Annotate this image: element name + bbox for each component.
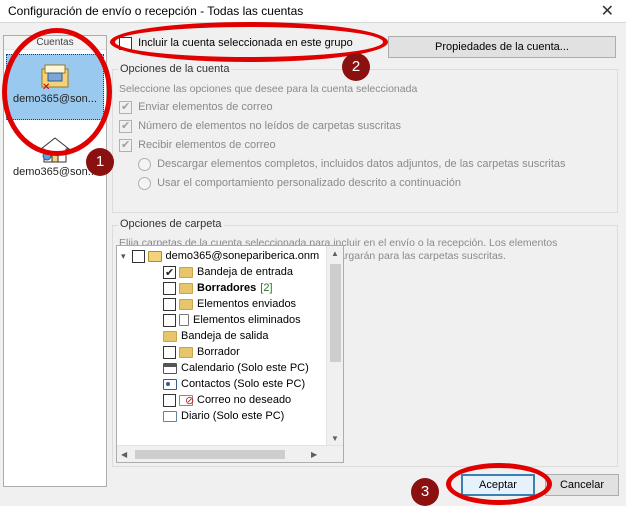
folder-checkbox[interactable] bbox=[163, 313, 176, 327]
folder-options-title: Opciones de carpeta bbox=[118, 218, 224, 230]
tree-item[interactable]: Calendario (Solo este PC) bbox=[163, 360, 309, 376]
account-item-exchange[interactable]: ✕ demo365@son... bbox=[6, 54, 104, 120]
calendar-icon bbox=[163, 362, 177, 374]
tree-item[interactable]: Bandeja de salida bbox=[163, 328, 268, 344]
tree-root-label: demo365@soneparibericа.onm bbox=[165, 250, 320, 262]
home-account-icon bbox=[39, 137, 71, 163]
tree-root[interactable]: ▾ demo365@soneparibericа.onm bbox=[121, 248, 319, 264]
tree-horizontal-scrollbar[interactable]: ◀ ▶ bbox=[117, 445, 343, 462]
unread-count-checkbox bbox=[119, 119, 132, 133]
account-folder-icon bbox=[147, 250, 162, 262]
send-mail-checkbox bbox=[119, 100, 132, 114]
receive-mail-label: Recibir elementos de correo bbox=[138, 139, 276, 152]
folder-checkbox[interactable] bbox=[163, 265, 176, 281]
annotation-badge-2: 2 bbox=[342, 53, 370, 81]
sent-folder-icon bbox=[179, 298, 193, 310]
outbox-folder-icon bbox=[163, 330, 177, 342]
accounts-list: Cuentas ✕ demo365@son... demo365@son... bbox=[3, 35, 107, 487]
custom-behavior-option: Usar el comportamiento personalizado des… bbox=[138, 177, 461, 190]
include-account-label: Incluir la cuenta seleccionada en este g… bbox=[138, 37, 353, 50]
download-full-label: Descargar elementos completos, incluidos… bbox=[157, 158, 566, 171]
journal-icon bbox=[163, 410, 177, 422]
drafts-folder-icon bbox=[179, 282, 193, 294]
unread-count-label: Número de elementos no leídos de carpeta… bbox=[138, 120, 401, 133]
close-icon[interactable]: ✕ bbox=[601, 1, 614, 21]
folder-tree: ▾ demo365@soneparibericа.onm Bandeja de … bbox=[116, 245, 344, 463]
svg-text:✕: ✕ bbox=[42, 82, 50, 91]
annotation-badge-3: 3 bbox=[411, 478, 439, 506]
folder-label: Diario (Solo este PC) bbox=[181, 410, 285, 422]
tree-item[interactable]: Elementos eliminados bbox=[163, 312, 301, 328]
custom-behavior-label: Usar el comportamiento personalizado des… bbox=[157, 177, 461, 190]
tree-item[interactable]: Diario (Solo este PC) bbox=[163, 408, 284, 424]
folder-label: Bandeja de entrada bbox=[197, 266, 294, 278]
tree-vertical-scrollbar[interactable]: ▲ ▼ bbox=[326, 246, 343, 446]
tree-item[interactable]: Elementos enviados bbox=[163, 296, 296, 312]
receive-mail-option: Recibir elementos de correo bbox=[119, 138, 276, 152]
folder-count: [2] bbox=[260, 282, 273, 294]
tree-item[interactable]: Correo no deseado bbox=[163, 392, 292, 409]
scroll-right-icon[interactable]: ▶ bbox=[311, 450, 317, 459]
folder-checkbox[interactable] bbox=[163, 297, 176, 311]
include-account-checkbox[interactable] bbox=[119, 37, 132, 50]
horizontal-scroll-thumb[interactable] bbox=[135, 450, 285, 459]
download-full-option: Descargar elementos completos, incluidos… bbox=[138, 158, 566, 171]
account-properties-button[interactable]: Propiedades de la cuenta... bbox=[388, 36, 616, 58]
window-title: Configuración de envío o recepción - Tod… bbox=[8, 4, 304, 18]
folder-checkbox[interactable] bbox=[163, 393, 176, 407]
folder-label: Bandeja de salida bbox=[181, 330, 269, 342]
download-full-radio bbox=[138, 158, 151, 171]
folder-label: Calendario (Solo este PC) bbox=[181, 362, 309, 374]
annotation-badge-1: 1 bbox=[86, 148, 114, 176]
junk-mail-icon bbox=[179, 393, 194, 409]
deleted-folder-icon bbox=[179, 314, 189, 326]
tree-root-checkbox[interactable] bbox=[131, 249, 145, 263]
folder-label: Contactos (Solo este PC) bbox=[181, 378, 306, 390]
exchange-account-icon: ✕ bbox=[41, 64, 69, 91]
vertical-scroll-thumb[interactable] bbox=[330, 264, 341, 362]
folder-label: Elementos eliminados bbox=[193, 314, 301, 326]
title-bar: Configuración de envío o recepción - Tod… bbox=[0, 0, 626, 22]
tree-item[interactable]: Contactos (Solo este PC) bbox=[163, 376, 305, 392]
account-options-title: Opciones de la cuenta bbox=[118, 63, 232, 75]
unread-count-option: Número de elementos no leídos de carpeta… bbox=[119, 119, 401, 133]
account-options-hint: Seleccione las opciones que desee para l… bbox=[119, 83, 418, 95]
folder-label: Borradores bbox=[197, 282, 257, 294]
inbox-folder-icon bbox=[179, 266, 193, 278]
folder-icon bbox=[179, 346, 193, 358]
account-label: demo365@son... bbox=[13, 93, 97, 105]
send-mail-label: Enviar elementos de correo bbox=[138, 101, 273, 114]
include-account-option[interactable]: Incluir la cuenta seleccionada en este g… bbox=[119, 37, 353, 50]
accounts-header: Cuentas bbox=[4, 36, 106, 50]
ok-button[interactable]: Aceptar bbox=[461, 474, 535, 496]
scroll-up-icon[interactable]: ▲ bbox=[331, 249, 339, 258]
contacts-icon bbox=[163, 378, 177, 390]
cancel-button[interactable]: Cancelar bbox=[545, 474, 619, 496]
custom-behavior-radio bbox=[138, 177, 151, 190]
folder-checkbox[interactable] bbox=[163, 281, 176, 295]
tree-item[interactable]: Bandeja de entrada bbox=[163, 264, 294, 281]
folder-label: Elementos enviados bbox=[197, 298, 297, 310]
tree-item[interactable]: Borradores [2] bbox=[163, 280, 273, 296]
folder-label: Correo no deseado bbox=[197, 394, 292, 406]
scroll-left-icon[interactable]: ◀ bbox=[121, 450, 127, 459]
folder-checkbox[interactable] bbox=[163, 345, 176, 359]
tree-item[interactable]: Borrador bbox=[163, 344, 240, 360]
collapse-chevron-icon[interactable]: ▾ bbox=[121, 248, 126, 264]
scroll-down-icon[interactable]: ▼ bbox=[331, 434, 339, 443]
send-receive-dialog: Cuentas ✕ demo365@son... demo365@son... … bbox=[0, 22, 626, 506]
send-mail-option: Enviar elementos de correo bbox=[119, 100, 273, 114]
receive-mail-checkbox bbox=[119, 138, 132, 152]
folder-label: Borrador bbox=[197, 346, 240, 358]
